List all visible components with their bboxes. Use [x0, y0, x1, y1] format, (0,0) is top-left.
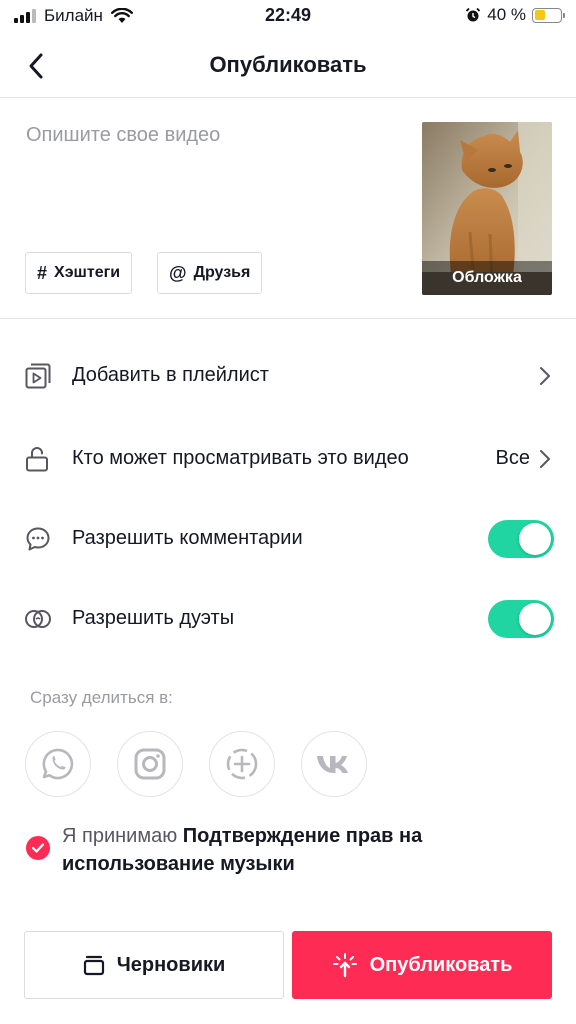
visibility-label: Кто может просматривать это видео — [72, 447, 409, 469]
visibility-value: Все — [495, 447, 530, 469]
share-story-button[interactable] — [209, 731, 275, 797]
description-input[interactable]: Опишите свое видео — [26, 124, 220, 147]
comments-toggle[interactable] — [488, 520, 554, 558]
alarm-icon — [466, 7, 481, 22]
hashtags-button[interactable]: # Хэштеги — [25, 252, 133, 294]
duets-toggle[interactable] — [488, 600, 554, 638]
battery-level — [534, 10, 545, 20]
publish-sparkle-icon — [332, 953, 357, 978]
friends-label: Друзья — [193, 264, 251, 281]
share-label: Сразу делиться в: — [30, 688, 173, 707]
visibility-row[interactable]: Кто может просматривать это видео Все — [0, 431, 576, 487]
publish-button[interactable]: Опубликовать — [292, 931, 552, 999]
cover-thumbnail[interactable]: Обложка — [422, 122, 552, 295]
add-story-icon — [226, 748, 258, 780]
comment-icon — [26, 527, 50, 551]
divider — [0, 318, 576, 319]
status-bar: Билайн 22:49 40 % — [0, 0, 576, 34]
consent-prefix: Я принимаю — [62, 825, 178, 847]
duet-icon — [25, 610, 51, 628]
add-to-playlist-row[interactable]: Добавить в плейлист — [0, 348, 576, 404]
status-right: 40 % — [465, 5, 565, 25]
drafts-icon — [83, 955, 104, 976]
drafts-label: Черновики — [116, 953, 226, 976]
hash-icon: # — [37, 262, 48, 283]
unlock-icon — [26, 447, 48, 472]
toggle-knob — [519, 603, 551, 635]
comments-label: Разрешить комментарии — [72, 527, 303, 549]
chevron-right-icon — [540, 450, 550, 468]
comments-row: Разрешить комментарии — [0, 511, 576, 567]
nav-bar: Опубликовать — [0, 34, 576, 98]
cover-label: Обложка — [422, 261, 552, 295]
toggle-knob — [519, 523, 551, 555]
publish-label: Опубликовать — [369, 953, 513, 976]
checkmark-icon — [31, 843, 45, 853]
instagram-icon — [134, 748, 166, 780]
battery-icon — [532, 7, 565, 23]
vk-icon — [317, 756, 348, 773]
chevron-right-icon — [540, 367, 550, 385]
friends-button[interactable]: @ Друзья — [157, 252, 263, 294]
share-vk-button[interactable] — [301, 731, 367, 797]
share-whatsapp-button[interactable] — [25, 731, 91, 797]
consent-checkbox[interactable] — [26, 836, 50, 860]
at-icon: @ — [169, 262, 187, 283]
duets-row: Разрешить дуэты — [0, 591, 576, 647]
playlist-label: Добавить в плейлист — [72, 364, 269, 386]
drafts-button[interactable]: Черновики — [24, 931, 284, 999]
share-instagram-button[interactable] — [117, 731, 183, 797]
playlist-icon — [25, 363, 51, 389]
consent-text: Я принимаю Подтверждение прав на использ… — [62, 822, 532, 878]
whatsapp-icon — [42, 748, 74, 780]
page-title: Опубликовать — [209, 52, 367, 77]
hashtags-label: Хэштеги — [54, 264, 121, 281]
duets-label: Разрешить дуэты — [72, 607, 235, 629]
battery-percent: 40 % — [487, 5, 526, 24]
